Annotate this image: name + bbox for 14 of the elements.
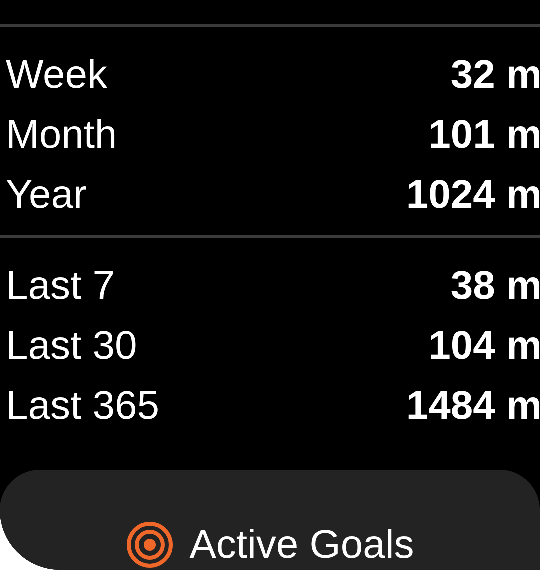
period-label: Last 365 xyxy=(6,383,160,430)
distance-value: 38 m xyxy=(450,263,540,310)
distance-value: 1484 m xyxy=(406,383,540,430)
period-label: Last 30 xyxy=(6,323,138,370)
target-icon xyxy=(126,520,174,568)
distance-value: 104 m xyxy=(428,323,540,370)
active-goals-button[interactable]: Active Goals xyxy=(0,470,540,570)
period-label: Last 7 xyxy=(6,263,115,310)
period-label: Month xyxy=(6,112,118,159)
period-label: Week xyxy=(6,52,108,99)
period-label: Year xyxy=(6,172,87,219)
distance-value: 1024 m xyxy=(406,172,540,219)
distance-value: 32 m xyxy=(450,52,540,99)
distance-value: 101 m xyxy=(428,112,540,159)
